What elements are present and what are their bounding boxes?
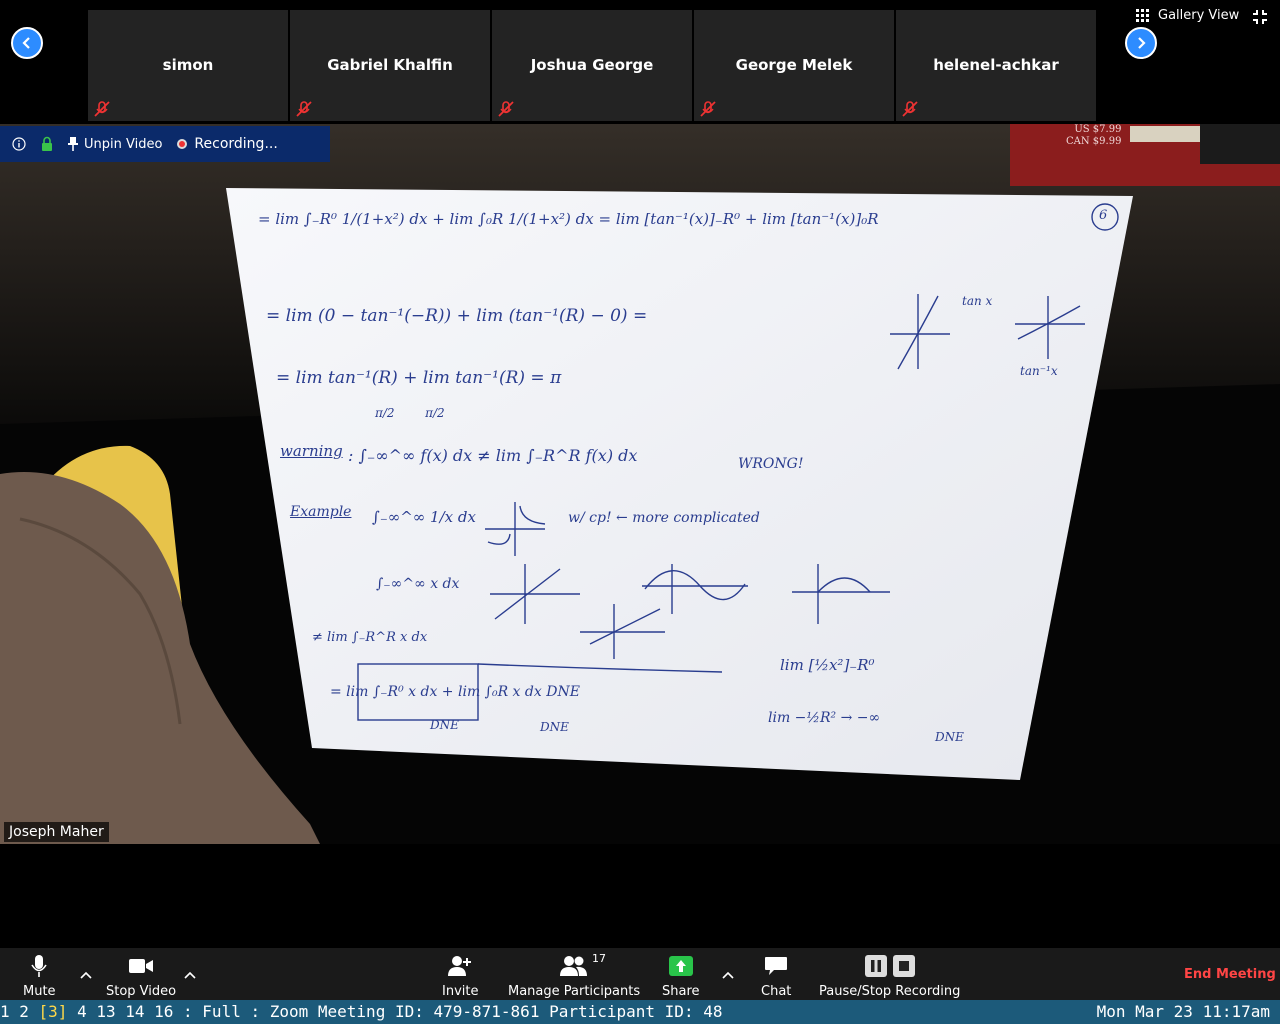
grid-icon (1136, 8, 1149, 22)
unpin-video-label: Unpin Video (84, 136, 163, 152)
whiteboard-line-3b: π/2 π/2 (375, 406, 445, 420)
whiteboard-tanx-label: tan x (962, 294, 993, 308)
recording-indicator[interactable]: Recording... (176, 136, 278, 152)
participant-count-badge: 17 (592, 952, 606, 965)
whiteboard-integral-x: ∫₋∞^∞ x dx (376, 576, 460, 592)
participant-name: George Melek (735, 56, 853, 74)
pause-stop-recording-button[interactable]: Pause/Stop Recording (819, 954, 960, 999)
chevron-up-icon (184, 971, 196, 979)
participant-tile[interactable]: Gabriel Khalfin (290, 10, 490, 121)
whiteboard-line-3: = lim tan⁻¹(R) + lim tan⁻¹(R) = π (276, 368, 562, 388)
whiteboard-line-1: = lim ∫₋R⁰ 1/(1+x²) dx + lim ∫₀R 1/(1+x²… (258, 210, 879, 228)
share-label: Share (662, 984, 700, 999)
audio-options-caret[interactable] (80, 968, 92, 982)
whiteboard-warning-equation: : ∫₋∞^∞ f(x) dx ≠ lim ∫₋R^R f(x) dx (348, 446, 638, 465)
chevron-up-icon (722, 971, 734, 979)
stop-icon (892, 955, 915, 977)
whiteboard-last-line: = lim ∫₋R⁰ x dx + lim ∫₀R x dx DNE (330, 684, 580, 700)
video-camera-icon (129, 959, 154, 973)
invite-label: Invite (442, 984, 479, 999)
muted-mic-icon (94, 101, 110, 117)
system-status-bar: 1 2 [3] 4 13 14 16 : Full : Zoom Meeting… (0, 1000, 1280, 1024)
lock-icon[interactable] (40, 136, 54, 152)
stop-video-label: Stop Video (106, 984, 177, 999)
muted-mic-icon (700, 101, 716, 117)
participant-tile[interactable]: Joshua George (492, 10, 692, 121)
active-speaker-name: Joseph Maher (4, 822, 109, 842)
end-meeting-button[interactable]: End Meeting (1184, 967, 1276, 982)
video-options-caret[interactable] (184, 968, 196, 982)
whiteboard-taninv-label: tan⁻¹x (1020, 364, 1058, 378)
manage-participants-label: Manage Participants (508, 984, 641, 999)
participant-name: Gabriel Khalfin (327, 56, 453, 74)
pause-stop-recording-label: Pause/Stop Recording (819, 984, 961, 999)
whiteboard-page-number: 6 (1099, 208, 1108, 223)
whiteboard-dne: DNE (430, 718, 459, 732)
current-workspace[interactable]: [3] (39, 1002, 68, 1021)
participant-name: Joshua George (530, 56, 654, 74)
info-icon[interactable] (12, 137, 26, 151)
whiteboard-side-2: lim −½R² → −∞ (768, 710, 881, 726)
participant-tile[interactable]: simon (88, 10, 288, 121)
gallery-view-label: Gallery View (1158, 8, 1240, 23)
muted-mic-icon (902, 101, 918, 117)
share-options-caret[interactable] (722, 968, 734, 982)
muted-mic-icon (296, 101, 312, 117)
add-user-icon (448, 956, 472, 976)
pause-icon (864, 955, 887, 977)
chat-bubble-icon (765, 957, 788, 975)
whiteboard-side-1: lim [½x²]₋R⁰ (780, 656, 875, 674)
share-button[interactable]: Share (662, 954, 700, 999)
clock: Mon Mar 23 11:17am (1096, 1002, 1270, 1021)
gallery-view-button[interactable]: Gallery View (1136, 8, 1239, 23)
whiteboard-dne: DNE (540, 720, 569, 734)
invite-button[interactable]: Invite (442, 954, 478, 999)
participant-tile[interactable]: helenel-achkar (896, 10, 1096, 121)
video-frame (0, 124, 1280, 844)
chevron-left-icon (22, 37, 30, 49)
whiteboard-example-note: w/ cp! ← more complicated (568, 510, 760, 526)
microphone-icon (31, 955, 47, 977)
window-title-status: 4 13 14 16 : Full : Zoom Meeting ID: 479… (67, 1002, 723, 1021)
next-page-button[interactable] (1125, 27, 1157, 59)
whiteboard-warning-label: warning (280, 442, 343, 460)
muted-mic-icon (498, 101, 514, 117)
fullscreen-icon[interactable] (1253, 10, 1267, 24)
meeting-info-bar: Unpin Video Recording... (0, 126, 330, 162)
chevron-right-icon (1138, 37, 1146, 49)
participant-name: simon (162, 56, 214, 74)
whiteboard-wrong: WRONG! (738, 456, 804, 472)
participant-tile[interactable]: George Melek (694, 10, 894, 121)
mute-label: Mute (23, 984, 56, 999)
whiteboard-example-equation: ∫₋∞^∞ 1/x dx (372, 508, 476, 526)
whiteboard-side-dne: DNE (935, 730, 964, 744)
chat-label: Chat (761, 984, 792, 999)
recording-label: Recording... (194, 136, 278, 152)
previous-page-button[interactable] (11, 27, 43, 59)
mute-button[interactable]: Mute (23, 954, 56, 999)
share-screen-icon (668, 956, 693, 976)
whiteboard-example-label: Example (290, 504, 352, 520)
manage-participants-button[interactable]: Manage Participants (508, 954, 640, 999)
whiteboard-neq-lim: ≠ lim ∫₋R^R x dx (312, 630, 428, 645)
chat-button[interactable]: Chat (761, 954, 791, 999)
pin-icon (68, 137, 78, 151)
stop-video-button[interactable]: Stop Video (106, 954, 176, 999)
participants-icon (560, 956, 588, 976)
active-speaker-video: = lim ∫₋R⁰ 1/(1+x²) dx + lim ∫₀R 1/(1+x²… (0, 124, 1280, 844)
record-dot-icon (177, 139, 188, 149)
workspace-list-left[interactable]: 1 2 (0, 1002, 39, 1021)
unpin-video-button[interactable]: Unpin Video (68, 137, 162, 152)
participant-name: helenel-achkar (933, 56, 1059, 74)
chevron-up-icon (80, 971, 92, 979)
whiteboard-line-2: = lim (0 − tan⁻¹(−R)) + lim (tan⁻¹(R) − … (266, 306, 648, 326)
book-price-text: US $7.99 CAN $9.99 (1066, 124, 1122, 147)
